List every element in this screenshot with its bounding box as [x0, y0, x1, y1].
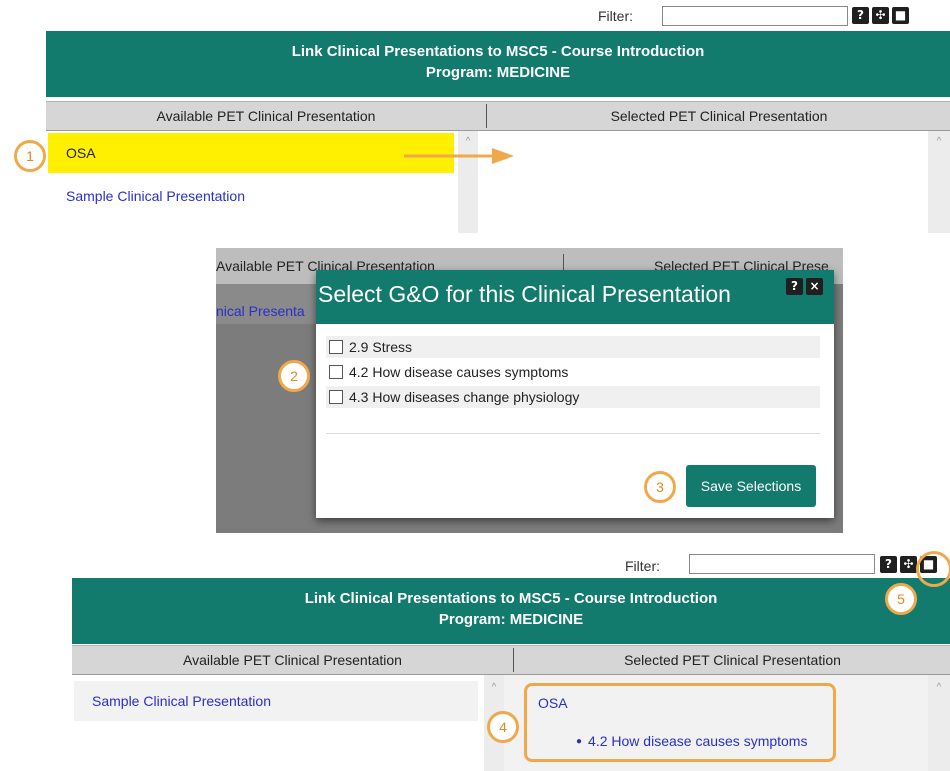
program-label: Program: MEDICINE [438, 611, 584, 628]
dialog-divider [326, 433, 820, 434]
column-divider [486, 104, 487, 128]
help-icon[interactable]: ? [786, 278, 803, 295]
selected-column-header: Selected PET Clinical Presentation [610, 108, 828, 124]
maximize-icon[interactable]: ■ [892, 7, 909, 24]
available-list: OSA Sample Clinical Presentation [46, 131, 458, 233]
selected-scrollbar[interactable]: ^ [928, 675, 950, 771]
selected-list [478, 131, 928, 233]
list-item-sample-clinical-presentation[interactable]: Sample Clinical Presentation [74, 681, 478, 721]
callout-5: 5 [885, 583, 917, 615]
scroll-up-icon[interactable]: ^ [934, 137, 944, 147]
filter-label: Filter: [625, 558, 660, 574]
close-icon[interactable]: × [806, 278, 823, 295]
program-label: Program: MEDICINE [425, 64, 571, 81]
sub-item-label: 4.2 How disease causes symptoms [588, 733, 808, 749]
list-item-sample-clinical-presentation[interactable]: Sample Clinical Presentation [48, 176, 454, 216]
dialog-title-bar: Select G&O for this Clinical Presentatio… [316, 270, 834, 324]
filter-label: Filter: [598, 8, 633, 24]
option-row[interactable]: 2.9 Stress [326, 336, 820, 358]
callout-1: 1 [14, 140, 46, 172]
option-label: 4.3 How diseases change physiology [349, 389, 580, 405]
checkbox[interactable] [329, 365, 343, 380]
bullet-icon: ● [576, 736, 583, 747]
move-icon[interactable]: ✣ [872, 7, 889, 24]
dialog-title: Select G&O for this Clinical Presentatio… [318, 281, 731, 307]
scroll-up-icon[interactable]: ^ [934, 683, 944, 693]
callout-3: 3 [644, 471, 676, 503]
bg-list-link: nical Presenta [216, 303, 305, 319]
checkbox[interactable] [329, 340, 343, 355]
available-column-header: Available PET Clinical Presentation [183, 652, 402, 668]
scroll-up-icon[interactable]: ^ [489, 683, 499, 693]
panel-title: Link Clinical Presentations to MSC5 - Co… [291, 43, 705, 60]
available-column-header: Available PET Clinical Presentation [156, 108, 376, 124]
checkbox[interactable] [329, 390, 343, 405]
callout-2: 2 [278, 360, 310, 392]
callout-4: 4 [487, 711, 519, 743]
selected-column-header: Selected PET Clinical Presentation [624, 652, 841, 668]
maximize-highlight-ring [916, 551, 950, 587]
selected-scrollbar[interactable]: ^ [928, 131, 950, 233]
selected-highlight-box [524, 683, 836, 762]
available-list: Sample Clinical Presentation [72, 675, 484, 771]
move-icon[interactable]: ✣ [900, 556, 917, 573]
filter-input[interactable] [662, 6, 848, 26]
help-icon[interactable]: ? [852, 7, 869, 24]
option-label: 2.9 Stress [349, 339, 413, 355]
panel-header: Link Clinical Presentations to MSC5 - Co… [46, 31, 950, 97]
save-selections-button[interactable]: Save Selections [686, 465, 816, 507]
selected-item-osa[interactable]: OSA [538, 695, 568, 711]
selected-sub-item[interactable]: ● 4.2 How disease causes symptoms [576, 733, 807, 749]
panel-header: Link Clinical Presentations to MSC5 - Co… [72, 578, 950, 644]
option-row[interactable]: 4.2 How disease causes symptoms [326, 361, 820, 383]
selected-list: OSA ● 4.2 How disease causes symptoms [504, 675, 928, 771]
filter-input[interactable] [689, 554, 875, 574]
select-go-dialog: Select G&O for this Clinical Presentatio… [316, 270, 834, 518]
option-row[interactable]: 4.3 How diseases change physiology [326, 386, 820, 408]
arrow-right-icon [404, 148, 514, 164]
list-item-osa[interactable]: OSA [48, 133, 454, 173]
panel-title: Link Clinical Presentations to MSC5 - Co… [304, 590, 718, 607]
help-icon[interactable]: ? [880, 556, 897, 573]
column-divider [513, 648, 514, 672]
option-label: 4.2 How disease causes symptoms [349, 364, 569, 380]
